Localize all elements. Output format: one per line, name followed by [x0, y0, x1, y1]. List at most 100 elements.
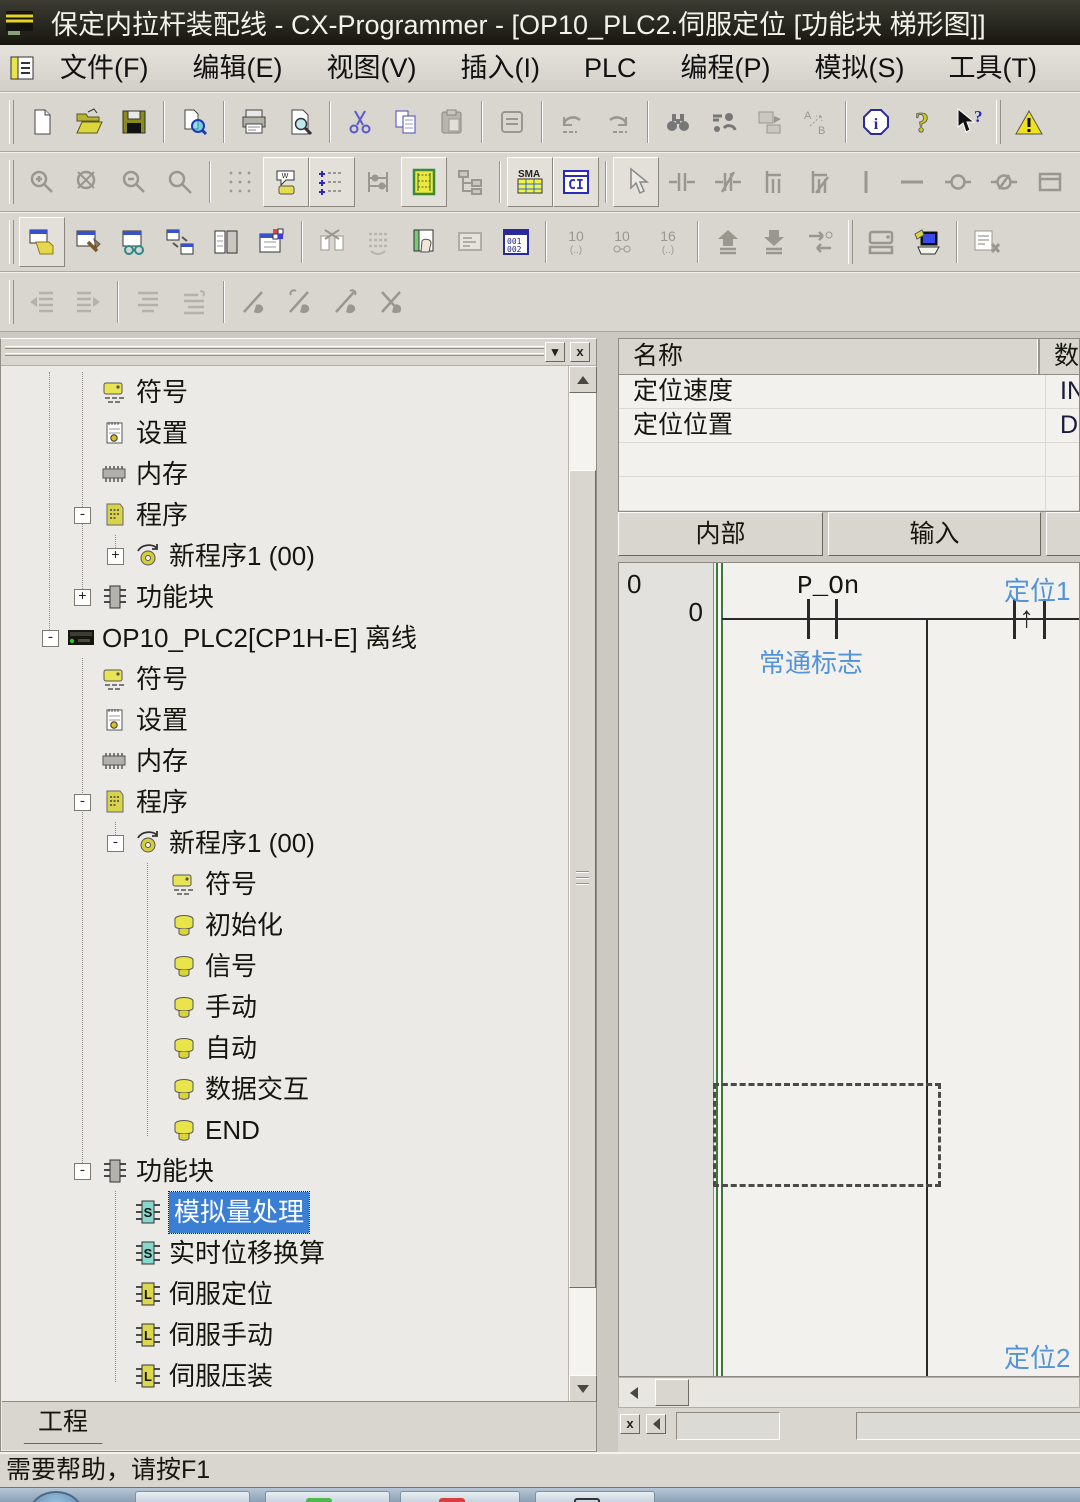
tree-item-settings-8[interactable]: 设置	[2, 700, 595, 741]
zoom-fit-button[interactable]	[157, 157, 203, 207]
pending-output-operand[interactable]: 定位2	[1004, 1338, 1070, 1375]
online-disk-button[interactable]	[858, 217, 904, 267]
output-window-button[interactable]	[65, 217, 111, 267]
scrollbar-thumb[interactable]	[569, 470, 596, 1288]
monitor-transfer-button[interactable]	[747, 97, 793, 147]
replace-button[interactable]	[701, 97, 747, 147]
tree-item-program-10[interactable]: -程序	[2, 782, 595, 823]
context-help-button[interactable]: ?	[945, 97, 991, 147]
mark-undo-button[interactable]	[277, 277, 323, 327]
tree-item-label[interactable]: 程序	[136, 782, 188, 823]
scrollbar-thumb[interactable]	[655, 1379, 689, 1406]
fb-split-button[interactable]	[309, 217, 355, 267]
tree-item-memory-9[interactable]: 内存	[2, 741, 595, 782]
column-header-name[interactable]: 名称	[619, 339, 1040, 374]
variable-name-cell[interactable]	[619, 443, 1046, 476]
find-button[interactable]	[655, 97, 701, 147]
tree-item-label[interactable]: 内存	[136, 454, 188, 495]
up-contact-operand[interactable]: 定位1	[1004, 571, 1070, 608]
print-button[interactable]	[231, 97, 277, 147]
workspace-close-button[interactable]: x	[570, 342, 590, 362]
tree-item-label[interactable]: 内存	[136, 741, 188, 782]
collapse-expander[interactable]: -	[42, 630, 59, 647]
tree-item-label[interactable]: 手动	[205, 987, 257, 1028]
menu-9[interactable]: 窗口(W)	[1059, 45, 1080, 91]
simulator-button[interactable]	[904, 217, 950, 267]
tree-item-label[interactable]: 自动	[205, 1028, 257, 1069]
start-button[interactable]	[30, 1491, 82, 1502]
expand-expander[interactable]: +	[74, 589, 91, 606]
cut-button[interactable]	[337, 97, 383, 147]
variable-type-cell[interactable]	[1046, 477, 1079, 510]
tree-item-section-18[interactable]: END	[2, 1110, 595, 1151]
variable-name-cell[interactable]: 定位位置	[619, 409, 1046, 442]
variable-tab-1[interactable]: 内部	[618, 512, 823, 556]
toolbar-grip[interactable]	[9, 100, 14, 144]
new-contact-button[interactable]	[659, 157, 705, 207]
menu-2[interactable]: 编辑(E)	[170, 45, 304, 91]
help-button[interactable]: ?	[899, 97, 945, 147]
find-in-project-button[interactable]	[171, 97, 217, 147]
workspace-button[interactable]	[19, 217, 65, 267]
tree-item-label[interactable]: OP10_PLC2[CP1H-E] 离线	[102, 618, 417, 659]
menu-6[interactable]: 编程(P)	[659, 45, 793, 91]
scroll-up-button[interactable]	[569, 366, 597, 393]
variable-row[interactable]: 定位位置DINT	[619, 409, 1079, 443]
ladder-horizontal-scrollbar[interactable]	[618, 1377, 1080, 1408]
paste-button[interactable]	[429, 97, 475, 147]
menu-7[interactable]: 模拟(S)	[793, 45, 927, 91]
variable-name-cell[interactable]: 定位速度	[619, 375, 1046, 408]
tree-item-fblock-5[interactable]: +功能块	[2, 577, 595, 618]
rung-comment-list-button[interactable]	[309, 157, 355, 207]
tree-item-section-15[interactable]: 手动	[2, 987, 595, 1028]
tree-item-label[interactable]: 伺服压装	[169, 1356, 273, 1397]
menu-3[interactable]: 视图(V)	[304, 45, 438, 91]
variable-type-cell[interactable]	[1046, 443, 1079, 476]
grid-button[interactable]	[217, 157, 263, 207]
tree-item-program-3[interactable]: -程序	[2, 495, 595, 536]
tree-item-label[interactable]: 符号	[136, 659, 188, 700]
dec-10-button[interactable]: 10(..)	[553, 217, 599, 267]
tree-item-fb-ladder-22[interactable]: L伺服定位	[2, 1274, 595, 1315]
download-button[interactable]	[751, 217, 797, 267]
tree-item-symbol-0[interactable]: 符号	[2, 372, 595, 413]
toolbar-grip[interactable]	[996, 100, 1001, 144]
tree-item-fb-ladder-24[interactable]: L伺服压装	[2, 1356, 595, 1397]
variable-row[interactable]: 定位速度INT	[619, 375, 1079, 409]
mdi-child-icon[interactable]	[8, 53, 38, 83]
tree-item-section-13[interactable]: 初始化	[2, 905, 595, 946]
properties-button[interactable]	[249, 217, 295, 267]
tree-item-symbol-7[interactable]: 符号	[2, 659, 595, 700]
tree-item-label[interactable]: 功能块	[136, 1151, 214, 1192]
new-or-contact-button[interactable]	[751, 157, 797, 207]
new-or-closed-contact-button[interactable]	[797, 157, 843, 207]
tree-item-section-17[interactable]: 数据交互	[2, 1069, 595, 1110]
taskbar-app-button-3[interactable]	[400, 1491, 520, 1502]
zoom-out-button[interactable]	[111, 157, 157, 207]
collapse-expander[interactable]: -	[107, 835, 124, 852]
upload-button[interactable]	[705, 217, 751, 267]
io-table-button[interactable]	[355, 157, 401, 207]
ladder-diagram[interactable]: 0 0 P_On 常通标志 ↑ 定位1 定位2	[618, 562, 1080, 1377]
scroll-left-button[interactable]	[620, 1379, 648, 1406]
tree-item-label[interactable]: 模拟量处理	[169, 1192, 309, 1233]
warning-button[interactable]	[1006, 97, 1052, 147]
copy-button[interactable]	[383, 97, 429, 147]
open-file-button[interactable]	[65, 97, 111, 147]
indent-left-button[interactable]	[19, 277, 65, 327]
contact-operand[interactable]: P_On	[797, 571, 859, 601]
watch-close-button[interactable]: x	[620, 1414, 640, 1434]
new-closed-coil-button[interactable]	[981, 157, 1027, 207]
variable-row[interactable]	[619, 477, 1079, 511]
rung-select-down-button[interactable]	[171, 277, 217, 327]
print-preview-button[interactable]	[277, 97, 323, 147]
mark-clear-button[interactable]	[369, 277, 415, 327]
variable-tab-2[interactable]: 输入	[828, 512, 1041, 556]
tree-item-label[interactable]: 实时位移换算	[169, 1233, 325, 1274]
mark-redo-button[interactable]	[323, 277, 369, 327]
tree-item-label[interactable]: 程序	[136, 495, 188, 536]
info-button[interactable]: i	[853, 97, 899, 147]
new-instruction-button[interactable]	[1027, 157, 1073, 207]
tree-item-label[interactable]: 新程序1 (00)	[169, 536, 315, 577]
tree-item-fb-st-21[interactable]: S实时位移换算	[2, 1233, 595, 1274]
